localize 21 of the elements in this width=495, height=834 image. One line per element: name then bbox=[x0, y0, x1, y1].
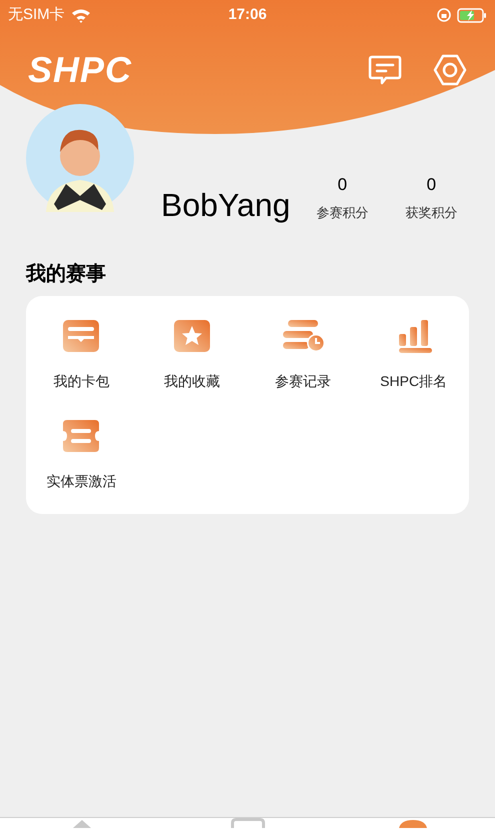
menu-item-label[interactable]: 我的卡包 bbox=[53, 371, 110, 392]
logo: SHPC bbox=[28, 48, 132, 92]
stat-value: 0 bbox=[426, 174, 436, 196]
settings-icon[interactable] bbox=[433, 54, 467, 86]
square-tab-icon[interactable] bbox=[230, 818, 264, 828]
menu-item-label[interactable]: SHPC排名 bbox=[380, 371, 448, 392]
username: BobYang bbox=[161, 189, 290, 221]
menu-item-label[interactable]: 实体票激活 bbox=[46, 471, 116, 492]
wifi-icon bbox=[70, 8, 91, 22]
stat-label: 获奖积分 bbox=[405, 204, 458, 222]
stat-value: 0 bbox=[338, 174, 348, 196]
stat-label: 参赛积分 bbox=[316, 204, 368, 222]
menu-item-label[interactable]: 我的收藏 bbox=[164, 371, 220, 392]
battery-icon bbox=[457, 8, 487, 22]
rotation-lock-icon bbox=[437, 8, 451, 22]
section-title: 我的赛事 bbox=[26, 264, 107, 284]
menu-item-label[interactable]: 参赛记录 bbox=[274, 371, 331, 392]
message-icon[interactable] bbox=[368, 54, 402, 86]
profile-tab-icon[interactable] bbox=[396, 818, 430, 828]
clock-time: 17:06 bbox=[228, 4, 267, 25]
carrier-label: 无SIM卡 bbox=[8, 4, 65, 25]
